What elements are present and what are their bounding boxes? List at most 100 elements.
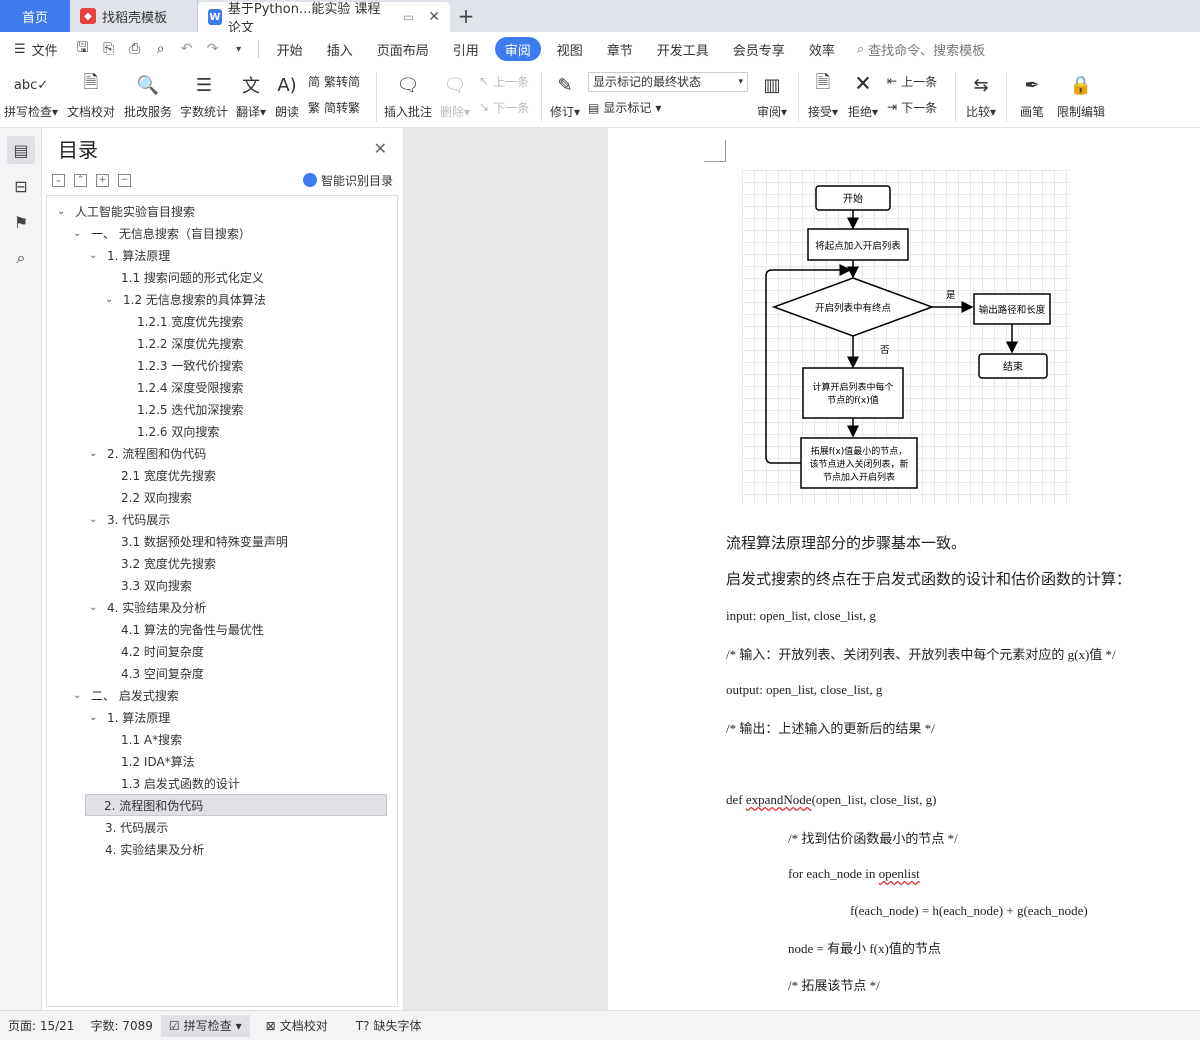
toc-item[interactable]: 1.2.3 一致代价搜索 bbox=[137, 354, 243, 376]
toc-item[interactable]: 1.1 A*搜索 bbox=[121, 728, 182, 750]
translate-button[interactable]: 文 翻译▾ bbox=[232, 66, 270, 128]
simp-to-trad-button[interactable]: 繁简转繁 bbox=[308, 99, 368, 116]
tab-home[interactable]: 首页 bbox=[0, 0, 70, 32]
pin-icon[interactable]: ▭ bbox=[403, 10, 414, 24]
add-heading-icon[interactable]: + bbox=[96, 173, 109, 187]
menu-references[interactable]: 引用 bbox=[441, 37, 491, 61]
page-indicator[interactable]: 页面: 15/21 bbox=[0, 1017, 82, 1034]
chevron-down-icon[interactable]: ⌄ bbox=[89, 602, 103, 613]
toc-item[interactable]: 2.2 双向搜索 bbox=[121, 486, 192, 508]
undo-icon[interactable]: ↶ bbox=[174, 36, 200, 62]
toc-item[interactable]: 2. 流程图和伪代码 bbox=[85, 794, 387, 816]
smart-toc-button[interactable]: 智能识别目录 bbox=[302, 172, 393, 189]
spell-check-button[interactable]: abc✓ 拼写检查▾ bbox=[0, 66, 62, 128]
restrict-edit-button[interactable]: 🔒 限制编辑 bbox=[1053, 66, 1109, 128]
trad-to-simp-button[interactable]: 简繁转简 bbox=[308, 73, 368, 90]
missing-font-button[interactable]: T? 缺失字体 bbox=[348, 1017, 430, 1034]
proofread-button[interactable]: 🗎 文档校对 bbox=[62, 66, 120, 128]
toc-item[interactable]: ⌄ 3. 代码展示 bbox=[89, 508, 170, 530]
chevron-down-icon[interactable]: ⌄ bbox=[73, 228, 87, 239]
new-tab-button[interactable]: + bbox=[450, 0, 482, 32]
toc-item[interactable]: 4.3 空间复杂度 bbox=[121, 662, 204, 684]
menu-layout[interactable]: 页面布局 bbox=[365, 37, 441, 61]
toc-item[interactable]: ⌄ 二、 启发式搜索 bbox=[73, 684, 179, 706]
chevron-down-icon[interactable]: ⌄ bbox=[89, 250, 103, 261]
next-change-button[interactable]: ⇥ 下一条 bbox=[887, 99, 947, 116]
toc-item[interactable]: 1.2.6 双向搜索 bbox=[137, 420, 219, 442]
quick-access-more-icon[interactable]: ▾ bbox=[226, 36, 252, 62]
print-preview-icon[interactable]: ⌕ bbox=[148, 36, 174, 62]
review-service-button[interactable]: 🔍 批改服务 bbox=[120, 66, 176, 128]
toc-item[interactable]: ⌄ 1. 算法原理 bbox=[89, 244, 170, 266]
menu-member[interactable]: 会员专享 bbox=[721, 37, 797, 61]
toc-item[interactable]: ⌄ 人工智能实验盲目搜索 bbox=[57, 200, 195, 222]
review-pane-button[interactable]: ▥ 审阅▾ bbox=[750, 66, 794, 128]
toc-item[interactable]: ⌄ 2. 流程图和伪代码 bbox=[89, 442, 206, 464]
toc-item[interactable]: ⌄ 一、 无信息搜索（盲目搜索） bbox=[73, 222, 251, 244]
chevron-down-icon[interactable]: ⌄ bbox=[89, 514, 103, 525]
pen-button[interactable]: ✒ 画笔 bbox=[1011, 66, 1053, 128]
accept-button[interactable]: 🗎 接受▾ bbox=[803, 66, 843, 128]
print-icon[interactable]: ⎙ bbox=[122, 36, 148, 62]
toc-item[interactable]: 2.1 宽度优先搜索 bbox=[121, 464, 216, 486]
compare-button[interactable]: ⇆ 比较▾ bbox=[960, 66, 1002, 128]
export-pdf-icon[interactable]: ⎘ bbox=[96, 36, 122, 62]
reject-button[interactable]: 🗙 拒绝▾ bbox=[843, 66, 883, 128]
bookmark-icon[interactable]: ⚑ bbox=[7, 208, 35, 236]
toc-nav-icon[interactable]: ▤ bbox=[7, 136, 35, 164]
toc-item[interactable]: 1.2.1 宽度优先搜索 bbox=[137, 310, 243, 332]
expand-up-icon[interactable]: ⌃ bbox=[74, 173, 87, 187]
track-changes-button[interactable]: ✎ 修订▾ bbox=[546, 66, 584, 128]
delete-comment-button[interactable]: 🗨 删除▾ bbox=[435, 66, 475, 128]
toc-item[interactable]: 3.3 双向搜索 bbox=[121, 574, 192, 596]
chevron-down-icon[interactable]: ⌄ bbox=[57, 206, 71, 217]
prev-comment-button[interactable]: ↖ 上一条 bbox=[479, 73, 533, 90]
menu-chapter[interactable]: 章节 bbox=[595, 37, 645, 61]
toc-item[interactable]: ⌄ 1.2 无信息搜索的具体算法 bbox=[105, 288, 266, 310]
document-page[interactable]: 开始 将起点加入开启列表 开启列表中有终点 是 输出路径和长度 结束 否 计算开… bbox=[608, 128, 1200, 1010]
prev-change-button[interactable]: ⇤ 上一条 bbox=[887, 73, 947, 90]
markup-state-select[interactable]: 显示标记的最终状态 ▾ bbox=[588, 71, 748, 92]
toc-item[interactable]: 1.2 IDA*算法 bbox=[121, 750, 195, 772]
toc-item[interactable]: 4.2 时间复杂度 bbox=[121, 640, 204, 662]
toc-item[interactable]: ⌄ 4. 实验结果及分析 bbox=[89, 596, 206, 618]
status-spell-check[interactable]: ☑ 拼写检查 ▾ bbox=[160, 1014, 250, 1037]
chevron-down-icon[interactable]: ⌄ bbox=[73, 690, 87, 701]
toc-item[interactable]: 4.1 算法的完备性与最优性 bbox=[121, 618, 264, 640]
word-count-indicator[interactable]: 字数: 7089 bbox=[82, 1017, 160, 1034]
command-search[interactable]: ⌕ 查找命令、搜索模板 bbox=[857, 40, 985, 59]
chapter-nav-icon[interactable]: ⊟ bbox=[7, 172, 35, 200]
chevron-down-icon[interactable]: ⌄ bbox=[105, 294, 119, 305]
menu-efficiency[interactable]: 效率 bbox=[797, 37, 847, 61]
file-menu[interactable]: ☰ 文件 bbox=[0, 37, 70, 61]
status-proofread[interactable]: ⊠ 文档校对 bbox=[258, 1017, 336, 1034]
tab-template[interactable]: ◆ 找稻壳模板 bbox=[70, 0, 198, 32]
menu-view[interactable]: 视图 bbox=[545, 37, 595, 61]
redo-icon[interactable]: ↷ bbox=[200, 36, 226, 62]
show-markup-button[interactable]: ▤ 显示标记 ▾ bbox=[588, 99, 746, 116]
tab-document[interactable]: W 基于Python...能实验 课程论文 ▭ ✕ bbox=[198, 2, 450, 36]
toc-item[interactable]: 1.2.2 深度优先搜索 bbox=[137, 332, 243, 354]
toc-item[interactable]: 1.1 搜索问题的形式化定义 bbox=[121, 266, 264, 288]
toc-item[interactable]: 4. 实验结果及分析 bbox=[105, 838, 204, 860]
toc-item[interactable]: 1.3 启发式函数的设计 bbox=[121, 772, 240, 794]
toc-item[interactable]: 3.2 宽度优先搜索 bbox=[121, 552, 216, 574]
next-comment-button[interactable]: ↘ 下一条 bbox=[479, 99, 533, 116]
word-count-button[interactable]: ☰ 字数统计 bbox=[176, 66, 232, 128]
menu-developer[interactable]: 开发工具 bbox=[645, 37, 721, 61]
close-tab-icon[interactable]: ✕ bbox=[428, 9, 440, 25]
toc-item[interactable]: 3.1 数据预处理和特殊变量声明 bbox=[121, 530, 288, 552]
remove-heading-icon[interactable]: − bbox=[118, 173, 131, 187]
toc-item[interactable]: 3. 代码展示 bbox=[105, 816, 168, 838]
save-icon[interactable]: 🖫 bbox=[70, 36, 96, 62]
chevron-down-icon[interactable]: ⌄ bbox=[89, 448, 103, 459]
toc-item[interactable]: 1.2.5 迭代加深搜索 bbox=[137, 398, 243, 420]
insert-comment-button[interactable]: 🗨 插入批注 bbox=[381, 66, 435, 128]
menu-start[interactable]: 开始 bbox=[265, 37, 315, 61]
search-icon[interactable]: ⌕ bbox=[7, 244, 35, 272]
collapse-all-icon[interactable]: ⌄ bbox=[52, 173, 65, 187]
menu-review[interactable]: 审阅 bbox=[494, 37, 541, 61]
read-aloud-button[interactable]: A) 朗读 bbox=[270, 66, 304, 128]
menu-insert[interactable]: 插入 bbox=[315, 37, 365, 61]
toc-item[interactable]: ⌄ 1. 算法原理 bbox=[89, 706, 170, 728]
